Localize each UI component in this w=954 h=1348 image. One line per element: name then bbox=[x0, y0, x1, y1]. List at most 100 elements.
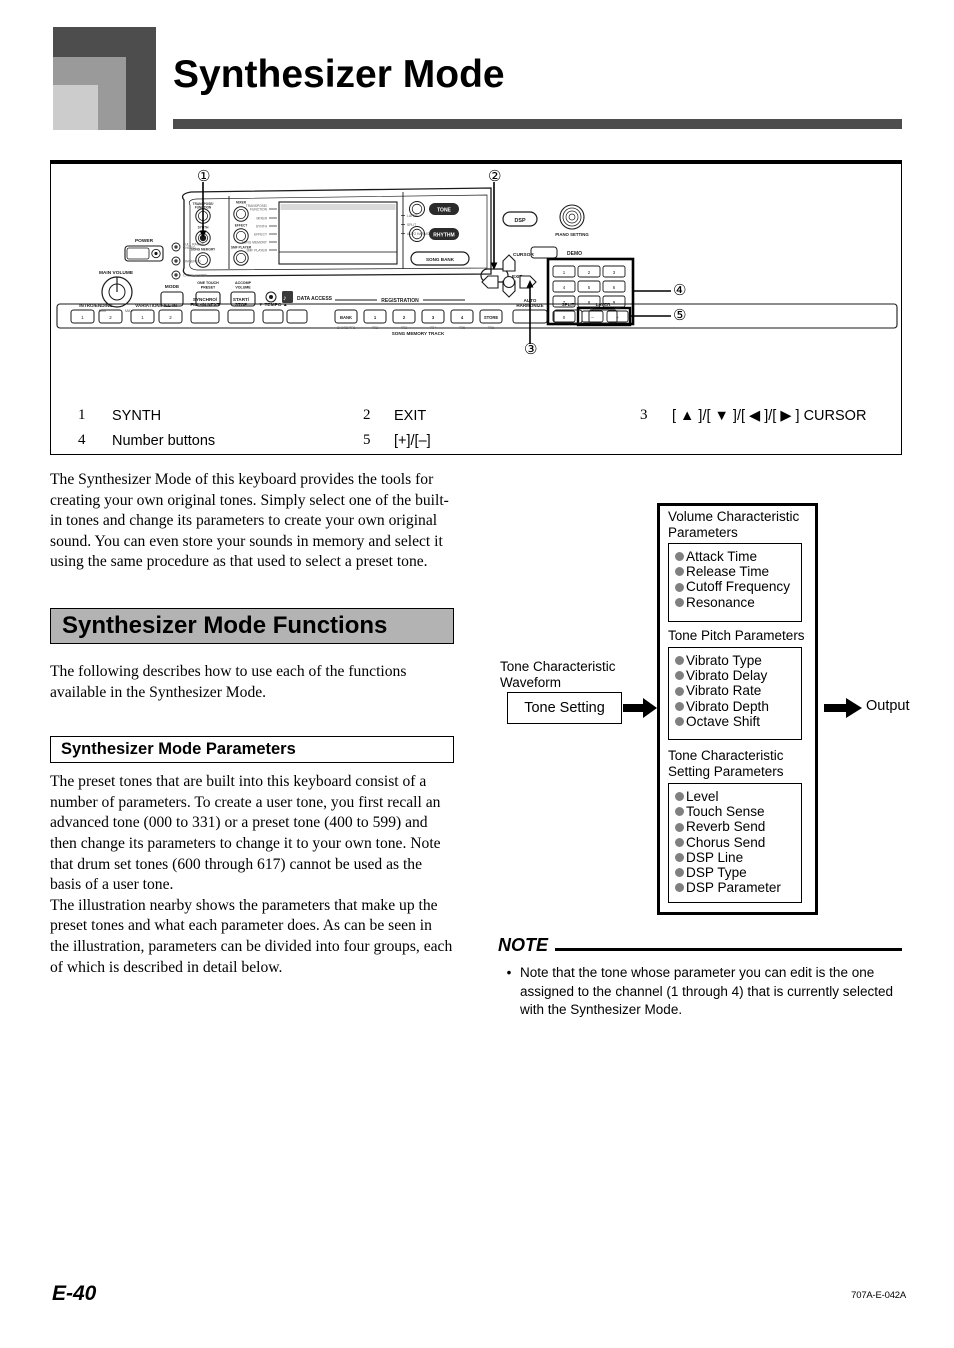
svg-text:PIANO SETTING: PIANO SETTING bbox=[555, 232, 589, 237]
bullet-dot-icon bbox=[675, 807, 684, 817]
tone-setting-box: Tone Setting bbox=[507, 692, 622, 724]
svg-text:DEMO: DEMO bbox=[567, 251, 582, 257]
svg-text:INTRO/ENDING: INTRO/ENDING bbox=[79, 303, 113, 308]
param-label: Vibrato Rate bbox=[686, 683, 762, 699]
svg-text:REGISTRATION: REGISTRATION bbox=[381, 298, 419, 304]
svg-text:TR6: TR6 bbox=[488, 326, 494, 330]
param-item: Vibrato Depth bbox=[675, 699, 769, 714]
param-label: Vibrato Type bbox=[686, 653, 762, 668]
subsection-paragraph-1: The preset tones that are built into thi… bbox=[50, 773, 441, 894]
legend-index-1: 1 bbox=[78, 407, 86, 423]
svg-text:CURSOR: CURSOR bbox=[513, 252, 534, 258]
svg-text:TR5: TR5 bbox=[459, 326, 465, 330]
bullet-dot-icon bbox=[675, 716, 684, 726]
section-heading-box: Synthesizer Mode Functions bbox=[50, 607, 454, 644]
figure-legend-row: 4 Number buttons 5 [+]/[–] bbox=[50, 430, 902, 455]
svg-text:1: 1 bbox=[563, 270, 566, 275]
bullet-dot-icon bbox=[675, 552, 684, 562]
svg-text:PRESET: PRESET bbox=[201, 286, 216, 290]
bullet-dot-icon bbox=[675, 868, 684, 878]
note-block: NOTE • Note that the tone whose paramete… bbox=[498, 936, 902, 1020]
bullet-dot-icon bbox=[675, 701, 684, 711]
svg-text:BANK: BANK bbox=[340, 315, 352, 320]
subsection-paragraph-2: The illustration nearby shows the parame… bbox=[50, 896, 453, 976]
param-list-volume: Attack Time Release Time Cutoff Frequenc… bbox=[675, 549, 790, 610]
param-item: DSP Line bbox=[675, 850, 781, 865]
svg-text:STORE: STORE bbox=[484, 315, 499, 320]
svg-text:ACCOMP: ACCOMP bbox=[235, 281, 252, 285]
svg-text:SMF PLAYER: SMF PLAYER bbox=[231, 246, 252, 250]
legend-index-4: 4 bbox=[78, 432, 86, 448]
bullet-dot-icon bbox=[675, 686, 684, 696]
param-list-setting: Level Touch Sense Reverb Send Chorus Sen… bbox=[675, 789, 781, 895]
param-label: Release Time bbox=[686, 564, 770, 580]
svg-text:♪: ♪ bbox=[283, 295, 287, 302]
param-label: DSP Parameter bbox=[686, 880, 781, 896]
bullet-dot-icon bbox=[675, 582, 684, 592]
flow-arrow-out-icon bbox=[824, 698, 862, 718]
legend-label-synth: SYNTH bbox=[112, 408, 162, 424]
note-divider-rule bbox=[555, 948, 902, 951]
svg-text:CASIO CHORD: CASIO CHORD bbox=[183, 274, 207, 278]
svg-text:2: 2 bbox=[588, 270, 591, 275]
svg-text:EFFECT: EFFECT bbox=[254, 232, 267, 236]
svg-text:MAX: MAX bbox=[125, 309, 133, 313]
legend-label-exit: EXIT bbox=[394, 408, 427, 424]
note-bullet-icon: • bbox=[506, 965, 512, 980]
svg-text:CHORD/TR1: CHORD/TR1 bbox=[337, 326, 356, 330]
svg-text:ONE TOUCH: ONE TOUCH bbox=[197, 281, 219, 285]
svg-text:DSP: DSP bbox=[514, 218, 525, 224]
svg-text:FUNCTION: FUNCTION bbox=[250, 208, 268, 212]
param-item: Chorus Send bbox=[675, 835, 781, 850]
param-item: Vibrato Type bbox=[675, 653, 769, 668]
svg-text:6: 6 bbox=[613, 285, 616, 290]
param-item: Reverb Send bbox=[675, 819, 781, 834]
svg-text:MAIN VOLUME: MAIN VOLUME bbox=[99, 270, 134, 276]
main-text-column: The Synthesizer Mode of this keyboard pr… bbox=[50, 470, 454, 978]
section-heading-text: Synthesizer Mode Functions bbox=[62, 611, 388, 639]
bullet-dot-icon bbox=[675, 597, 684, 607]
page-header: Synthesizer Mode bbox=[0, 0, 954, 150]
figure-legend: 1 SYNTH 2 EXIT 3 [ ▲ ]/[ ▼ ]/[ ◀ ]/[ ▶ ]… bbox=[50, 405, 902, 455]
param-item: Level bbox=[675, 789, 781, 804]
flow-arrow-in-icon bbox=[623, 698, 657, 718]
figure-legend-row: 1 SYNTH 2 EXIT 3 [ ▲ ]/[ ▼ ]/[ ◀ ]/[ ▶ ]… bbox=[50, 405, 902, 430]
title-underline-rule bbox=[173, 119, 902, 129]
note-item-text: Note that the tone whose parameter you c… bbox=[520, 965, 893, 1018]
svg-text:CHORD: CHORD bbox=[183, 246, 196, 250]
header-deco-square-light bbox=[53, 85, 98, 130]
svg-text:MIXER: MIXER bbox=[236, 201, 247, 205]
legend-index-2: 2 bbox=[363, 407, 371, 423]
page-footer: E-40 707A-E-042A bbox=[0, 1283, 954, 1323]
callout-number-2: ② bbox=[488, 167, 502, 185]
svg-text:POWER: POWER bbox=[135, 238, 154, 244]
param-list-pitch: Vibrato Type Vibrato Delay Vibrato Rate … bbox=[675, 653, 769, 729]
param-label: Touch Sense bbox=[686, 804, 765, 820]
svg-text:SONG MEMORY TRACK: SONG MEMORY TRACK bbox=[392, 331, 445, 336]
svg-text:TONE: TONE bbox=[437, 208, 451, 214]
param-item: Resonance bbox=[675, 595, 790, 610]
param-label: Level bbox=[686, 789, 719, 804]
page-number: E-40 bbox=[52, 1282, 97, 1305]
legend-label-cursor: [ ▲ ]/[ ▼ ]/[ ◀ ]/[ ▶ ] CURSOR bbox=[672, 408, 867, 424]
svg-text:VARIATION/FILL-IN: VARIATION/FILL-IN bbox=[135, 303, 177, 308]
bullet-dot-icon bbox=[675, 883, 684, 893]
subsection-heading-text: Synthesizer Mode Parameters bbox=[61, 740, 296, 759]
param-label: Reverb Send bbox=[686, 819, 766, 835]
legend-label-plus-minus: [+]/[–] bbox=[394, 433, 431, 449]
param-label: Octave Shift bbox=[686, 713, 761, 729]
document-code: 707A-E-042A bbox=[851, 1290, 906, 1301]
param-label: Attack Time bbox=[686, 549, 758, 564]
svg-text:TR3: TR3 bbox=[401, 326, 407, 330]
group-title-setting: Tone Characteristic Setting Parameters bbox=[668, 748, 784, 779]
bullet-dot-icon bbox=[675, 852, 684, 862]
bullet-dot-icon bbox=[675, 656, 684, 666]
callout-number-5: ⑤ bbox=[673, 306, 687, 324]
param-item: DSP Type bbox=[675, 865, 781, 880]
section-intro-paragraph: The following describes how to use each … bbox=[50, 662, 407, 701]
svg-text:▼ TEMPO ▲: ▼ TEMPO ▲ bbox=[258, 302, 287, 308]
intro-paragraph: The Synthesizer Mode of this keyboard pr… bbox=[50, 471, 449, 571]
note-header: NOTE bbox=[498, 936, 902, 958]
svg-text:–: – bbox=[591, 315, 594, 320]
param-item: Touch Sense bbox=[675, 804, 781, 819]
